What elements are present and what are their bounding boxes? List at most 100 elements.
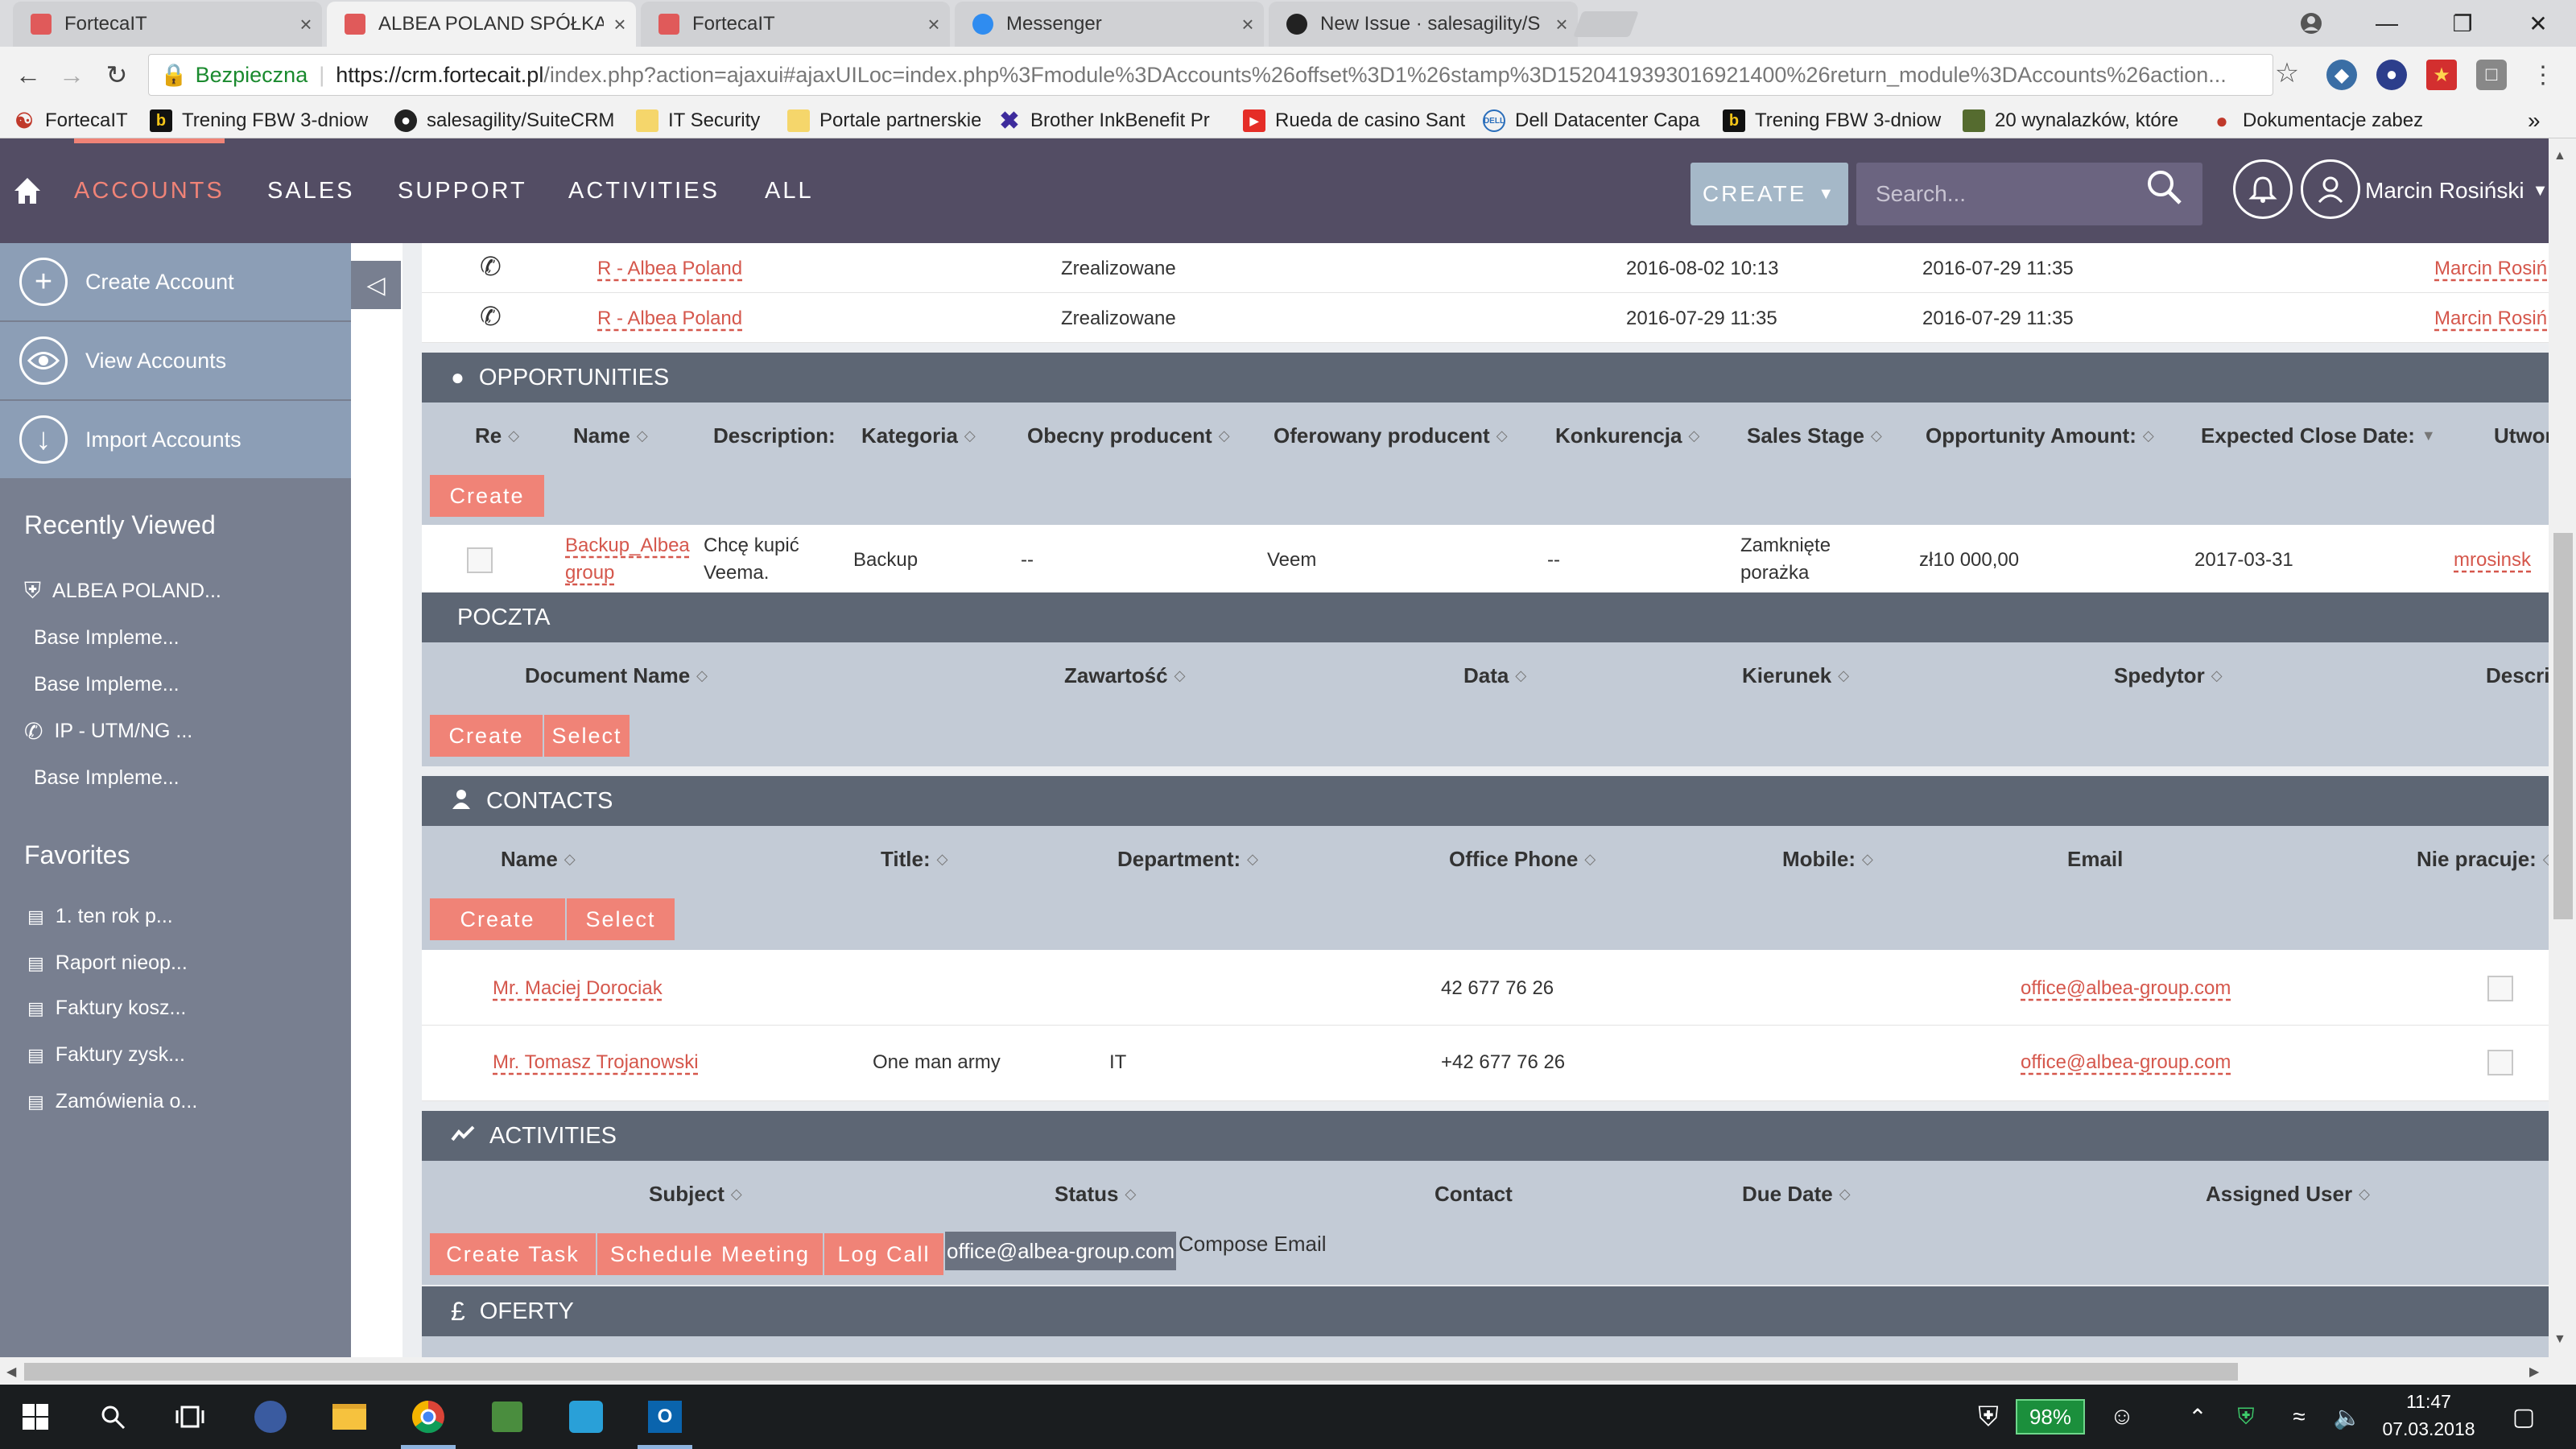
scroll-down-icon[interactable]: ▼ bbox=[2553, 1333, 2571, 1346]
nav-accounts[interactable]: ACCOUNTS bbox=[74, 138, 225, 243]
forward-icon[interactable]: → bbox=[53, 56, 90, 93]
tab-close-icon[interactable]: × bbox=[290, 12, 322, 37]
column-header[interactable]: Assigned User ◇ bbox=[2206, 1161, 2370, 1227]
opportunities-panel-header[interactable]: ● OPPORTUNITIES bbox=[422, 353, 2549, 402]
contact-name-link[interactable]: Mr. Maciej Dorociak bbox=[493, 977, 663, 1000]
bookmark-item[interactable]: DELL Dell Datacenter Capa bbox=[1483, 103, 1708, 138]
task-view-icon[interactable] bbox=[158, 1393, 222, 1441]
sidebar-collapse-icon[interactable]: ◁ bbox=[351, 261, 401, 309]
extension-icon[interactable]: ● bbox=[2376, 60, 2407, 90]
browser-tab[interactable]: New Issue · salesagility/S × bbox=[1269, 2, 1578, 47]
column-header[interactable]: Mobile: ◇ bbox=[1782, 826, 1873, 892]
column-header[interactable]: Kategoria ◇ bbox=[861, 402, 976, 469]
volume-icon[interactable]: 🔈 bbox=[2323, 1393, 2372, 1441]
clock-time[interactable]: 11:47 bbox=[2376, 1391, 2481, 1413]
recent-item[interactable]: Base Impleme... bbox=[34, 766, 180, 790]
column-header[interactable]: Expected Close Date: ▼ bbox=[2201, 402, 2436, 469]
windows-start-icon[interactable] bbox=[3, 1393, 68, 1441]
browser-tab-active[interactable]: ALBEA POLAND SPÓŁKA × bbox=[327, 2, 636, 47]
more-bookmarks-icon[interactable]: » bbox=[2528, 103, 2560, 138]
created-by-link[interactable]: mrosinsk bbox=[2454, 549, 2531, 572]
chrome-icon[interactable] bbox=[396, 1393, 460, 1449]
teamviewer-app-icon[interactable] bbox=[475, 1393, 539, 1441]
back-icon[interactable]: ← bbox=[10, 56, 47, 93]
column-header[interactable]: Title: ◇ bbox=[881, 826, 947, 892]
column-header[interactable]: Re ◇ bbox=[475, 402, 519, 469]
extension-icon[interactable]: □ bbox=[2476, 60, 2507, 90]
column-header[interactable]: Name ◇ bbox=[573, 402, 648, 469]
battery-indicator[interactable]: 98% bbox=[2016, 1399, 2085, 1435]
search-icon[interactable] bbox=[80, 1393, 145, 1441]
related-link[interactable]: R - Albea Poland bbox=[597, 258, 742, 280]
bookmark-item[interactable]: b Trening FBW 3-dniow bbox=[150, 103, 375, 138]
contact-name-link[interactable]: Mr. Tomasz Trojanowski bbox=[493, 1051, 699, 1074]
search-icon[interactable] bbox=[2145, 167, 2188, 211]
scroll-left-icon[interactable]: ◀ bbox=[6, 1364, 16, 1380]
remote-desktop-icon[interactable] bbox=[554, 1393, 618, 1441]
recent-item[interactable]: ⛨ ALBEA POLAND... bbox=[24, 578, 221, 605]
create-opportunity-button[interactable]: Create bbox=[430, 475, 544, 517]
email-link[interactable]: office@albea-group.com bbox=[2021, 1051, 2231, 1074]
tab-close-icon[interactable]: × bbox=[1232, 12, 1264, 37]
browser-tab[interactable]: FortecaIT × bbox=[641, 2, 950, 47]
bookmark-item[interactable]: 20 wynalazków, które bbox=[1963, 103, 2188, 138]
scroll-up-icon[interactable]: ▲ bbox=[2553, 150, 2571, 163]
minimize-icon[interactable]: — bbox=[2351, 0, 2423, 47]
user-menu[interactable]: Marcin Rosiński ▼ bbox=[2365, 138, 2548, 243]
column-header[interactable]: Office Phone ◇ bbox=[1449, 826, 1596, 892]
url-bar[interactable]: 🔒 Bezpieczna | https://crm.fortecait.pl … bbox=[148, 54, 2273, 96]
vertical-scroll-thumb[interactable] bbox=[2553, 533, 2573, 919]
extension-icon[interactable]: ★ bbox=[2426, 60, 2457, 90]
clock-date[interactable]: 07.03.2018 bbox=[2376, 1418, 2481, 1440]
new-tab-button[interactable] bbox=[1573, 11, 1639, 37]
sidebar-create-account[interactable]: + Create Account bbox=[0, 243, 351, 320]
activities-panel-header[interactable]: ACTIVITIES bbox=[422, 1111, 2549, 1161]
column-header[interactable]: Kierunek ◇ bbox=[1742, 642, 1849, 708]
bookmark-item[interactable]: ☯ FortecaIT bbox=[13, 103, 142, 138]
favorite-item[interactable]: ▤ Faktury zysk... bbox=[27, 1043, 185, 1067]
log-call-button[interactable]: Log Call bbox=[824, 1233, 943, 1275]
tray-chevron-up-icon[interactable]: ⌃ bbox=[2174, 1393, 2222, 1441]
related-link[interactable]: R - Albea Poland bbox=[597, 308, 742, 330]
column-header[interactable]: Sales Stage ◇ bbox=[1747, 402, 1882, 469]
create-contact-button[interactable]: Create bbox=[430, 898, 565, 940]
browser-tab[interactable]: FortecaIT × bbox=[13, 2, 322, 47]
oferty-panel-header[interactable]: £ OFERTY bbox=[422, 1286, 2549, 1336]
tab-close-icon[interactable]: × bbox=[918, 12, 950, 37]
horizontal-scroll-thumb[interactable] bbox=[24, 1363, 2238, 1381]
bookmark-item[interactable]: IT Security bbox=[636, 103, 789, 138]
select-poczta-button[interactable]: Select bbox=[544, 715, 630, 757]
close-window-icon[interactable]: ✕ bbox=[2502, 0, 2574, 47]
wifi-icon[interactable]: ≈ bbox=[2275, 1393, 2323, 1441]
recent-item[interactable]: ✆ IP - UTM/NG ... bbox=[24, 718, 192, 745]
user-link[interactable]: Marcin Rosiń bbox=[2434, 308, 2547, 330]
bookmark-item[interactable]: Portale partnerskie bbox=[787, 103, 980, 138]
compose-email-link[interactable]: Compose Email bbox=[1179, 1232, 1327, 1257]
tab-close-icon[interactable]: × bbox=[1546, 12, 1578, 37]
bookmark-item[interactable]: ✖ Brother InkBenefit Pr bbox=[998, 103, 1224, 138]
defender-icon[interactable]: ⛨ bbox=[2222, 1393, 2270, 1441]
tab-close-icon[interactable]: × bbox=[604, 12, 636, 37]
bookmark-item[interactable]: ● salesagility/SuiteCRM bbox=[394, 103, 620, 138]
nav-all[interactable]: ALL bbox=[765, 138, 814, 243]
bookmark-item[interactable]: b Trening FBW 3-dniow bbox=[1723, 103, 1948, 138]
lock-app-icon[interactable] bbox=[238, 1393, 303, 1441]
row-checkbox[interactable] bbox=[467, 547, 493, 573]
bookmark-item[interactable]: ▶ Rueda de casino Sant bbox=[1243, 103, 1468, 138]
file-explorer-icon[interactable] bbox=[317, 1393, 382, 1441]
reload-icon[interactable]: ↻ bbox=[98, 56, 135, 93]
vertical-scrollbar[interactable]: ▲ ▼ bbox=[2549, 138, 2576, 1357]
home-icon[interactable] bbox=[11, 138, 50, 243]
create-poczta-button[interactable]: Create bbox=[430, 715, 543, 757]
schedule-meeting-button[interactable]: Schedule Meeting bbox=[597, 1233, 823, 1275]
column-header[interactable]: Obecny producent ◇ bbox=[1027, 402, 1230, 469]
user-link[interactable]: Marcin Rosiń bbox=[2434, 258, 2547, 280]
create-task-button[interactable]: Create Task bbox=[430, 1233, 596, 1275]
column-header[interactable]: Opportunity Amount: ◇ bbox=[1926, 402, 2154, 469]
horizontal-scrollbar[interactable]: ◀ ▶ bbox=[0, 1357, 2576, 1385]
browser-tab[interactable]: Messenger × bbox=[955, 2, 1264, 47]
column-header[interactable]: Zawartość ◇ bbox=[1064, 642, 1185, 708]
column-header[interactable]: Status ◇ bbox=[1055, 1161, 1136, 1227]
column-header[interactable]: Nie pracuje: ◇ bbox=[2417, 826, 2549, 892]
favorite-item[interactable]: ▤ Faktury kosz... bbox=[27, 997, 186, 1020]
